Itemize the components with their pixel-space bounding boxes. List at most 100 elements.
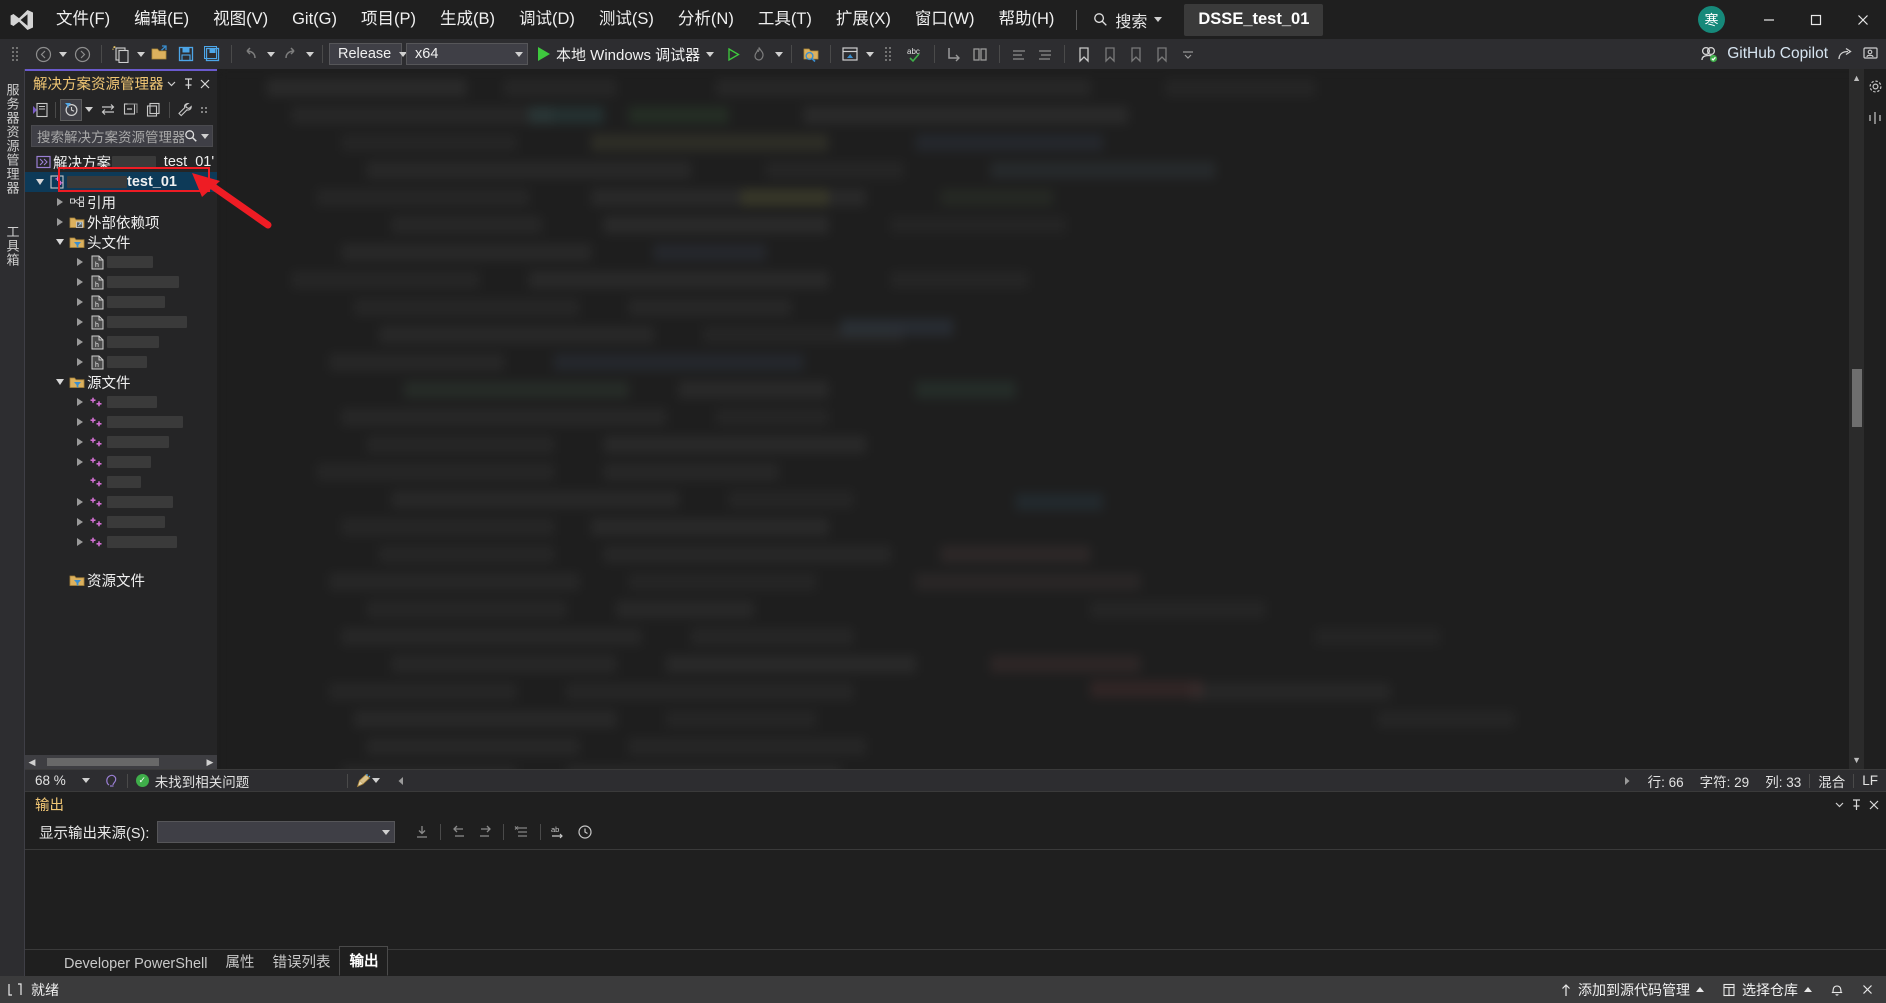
open-file-button[interactable]: [147, 41, 173, 67]
tab-error-list[interactable]: 错误列表: [263, 948, 339, 976]
close-panel-button[interactable]: [1865, 795, 1882, 815]
find-in-files-button[interactable]: [798, 41, 824, 67]
expander-collapsed[interactable]: [73, 458, 87, 466]
zoom-level-combo[interactable]: 68 %: [25, 773, 96, 788]
tree-node-source-file[interactable]: [25, 472, 217, 492]
tree-node-source-file[interactable]: [25, 512, 217, 532]
panel-menu-button[interactable]: [1831, 795, 1848, 815]
new-project-button[interactable]: [108, 41, 134, 67]
toggle-bookmark-button[interactable]: [1071, 41, 1097, 67]
dock-tab-server-explorer[interactable]: 服务器资源管理器: [0, 77, 25, 201]
close-status-button[interactable]: [1853, 976, 1882, 1003]
expander-collapsed[interactable]: [53, 198, 67, 206]
show-timestamps-button[interactable]: [572, 820, 598, 844]
code-insight-button[interactable]: [96, 770, 127, 791]
spell-check-button[interactable]: abc: [902, 41, 928, 67]
expander-collapsed[interactable]: [73, 358, 87, 366]
menu-item-tools[interactable]: 工具(T): [746, 0, 824, 39]
expander-expanded[interactable]: [53, 379, 67, 385]
menu-item-view[interactable]: 视图(V): [201, 0, 280, 39]
expander-collapsed[interactable]: [73, 338, 87, 346]
issues-status[interactable]: ✓ 未找到相关问题: [128, 770, 258, 791]
collapse-all-button[interactable]: [120, 99, 142, 121]
scroll-thumb[interactable]: [1852, 369, 1862, 427]
expander-collapsed[interactable]: [73, 278, 87, 286]
scroll-thumb[interactable]: [47, 758, 159, 766]
toolbar-options2-icon[interactable]: [876, 41, 902, 67]
tab-properties[interactable]: 属性: [216, 948, 263, 976]
expander-collapsed[interactable]: [73, 518, 87, 526]
menu-item-help[interactable]: 帮助(H): [986, 0, 1066, 39]
next-bookmark-button[interactable]: [1123, 41, 1149, 67]
sync-with-active-document-button[interactable]: [97, 99, 119, 121]
new-project-dropdown[interactable]: [134, 41, 147, 67]
redo-button[interactable]: [277, 41, 303, 67]
hot-reload-dropdown[interactable]: [772, 41, 785, 67]
scroll-down-arrow-icon[interactable]: ▼: [1852, 755, 1861, 765]
search-input[interactable]: 搜索: [1087, 7, 1168, 33]
navigate-forward-button[interactable]: [69, 41, 95, 67]
code-editor[interactable]: ▲ ▼: [217, 69, 1864, 769]
pending-changes-filter-button[interactable]: [60, 99, 82, 121]
navigate-back-button[interactable]: [30, 41, 56, 67]
show-all-files-button[interactable]: [143, 99, 165, 121]
menu-item-debug[interactable]: 调试(D): [507, 0, 587, 39]
scroll-right-arrow-icon[interactable]: ▶: [203, 755, 217, 769]
solution-platform-combo[interactable]: x64: [406, 43, 528, 65]
output-text-area[interactable]: [25, 849, 1886, 950]
toolbar-options-icon[interactable]: [4, 41, 30, 67]
menu-item-analyze[interactable]: 分析(N): [666, 0, 746, 39]
undo-dropdown[interactable]: [264, 41, 277, 67]
tree-node-project[interactable]: test_01: [25, 172, 217, 192]
tree-node-source-files[interactable]: 源文件: [25, 372, 217, 392]
avatar[interactable]: 寒: [1698, 6, 1725, 33]
tree-node-header-file[interactable]: h: [25, 352, 217, 372]
tree-node-header-file[interactable]: h: [25, 332, 217, 352]
menu-item-extensions[interactable]: 扩展(X): [824, 0, 903, 39]
tree-node-solution[interactable]: 解决方案 '_test_01' (: [25, 152, 217, 172]
window-layout-button[interactable]: [837, 41, 863, 67]
next-message-button[interactable]: [472, 820, 498, 844]
tab-developer-powershell[interactable]: Developer PowerShell: [55, 953, 216, 976]
undo-button[interactable]: [238, 41, 264, 67]
output-source-combo[interactable]: [157, 821, 395, 843]
expander-collapsed[interactable]: [73, 318, 87, 326]
notifications-button[interactable]: [1821, 976, 1853, 1003]
tree-node-header-files[interactable]: 头文件: [25, 232, 217, 252]
step-over-button[interactable]: [967, 41, 993, 67]
expander-collapsed[interactable]: [73, 258, 87, 266]
menu-item-git[interactable]: Git(G): [280, 0, 349, 39]
navigate-back-dropdown[interactable]: [56, 41, 69, 67]
expander-collapsed[interactable]: [73, 418, 87, 426]
toggle-word-wrap-button[interactable]: ab: [546, 820, 572, 844]
start-debug-button[interactable]: 本地 Windows 调试器: [532, 41, 720, 67]
expander-collapsed[interactable]: [73, 398, 87, 406]
tree-node-source-file[interactable]: [25, 432, 217, 452]
tree-node-source-file[interactable]: [25, 532, 217, 552]
go-to-message-button[interactable]: [409, 820, 435, 844]
editor-vertical-scrollbar[interactable]: ▲ ▼: [1849, 69, 1864, 769]
minimize-button[interactable]: [1745, 0, 1792, 39]
menu-item-test[interactable]: 测试(S): [587, 0, 666, 39]
tree-node-source-file[interactable]: [25, 412, 217, 432]
solution-explorer-search-input[interactable]: 搜索解决方案资源管理器: [31, 125, 213, 147]
expander-collapsed[interactable]: [53, 218, 67, 226]
uncomment-selection-button[interactable]: [1032, 41, 1058, 67]
save-all-button[interactable]: [199, 41, 225, 67]
tree-node-header-file[interactable]: h: [25, 272, 217, 292]
properties-button[interactable]: [174, 99, 196, 121]
scroll-right-button[interactable]: [1614, 770, 1640, 791]
scroll-up-arrow-icon[interactable]: ▲: [1852, 73, 1861, 83]
solution-explorer-hscrollbar[interactable]: ◀ ▶: [25, 755, 217, 769]
encoding-indicator[interactable]: 混合: [1810, 770, 1853, 791]
comment-selection-button[interactable]: [1006, 41, 1032, 67]
panel-menu-button[interactable]: [164, 74, 181, 94]
settings-gear-icon[interactable]: [1866, 77, 1884, 95]
pin-button[interactable]: [1848, 795, 1865, 815]
window-layout-dropdown[interactable]: [863, 41, 876, 67]
filter-dropdown[interactable]: [83, 97, 95, 123]
menu-item-edit[interactable]: 编辑(E): [122, 0, 201, 39]
tree-node-source-file[interactable]: [25, 392, 217, 412]
step-into-button[interactable]: [941, 41, 967, 67]
solution-name-chip[interactable]: DSSE_test_01: [1184, 4, 1323, 36]
